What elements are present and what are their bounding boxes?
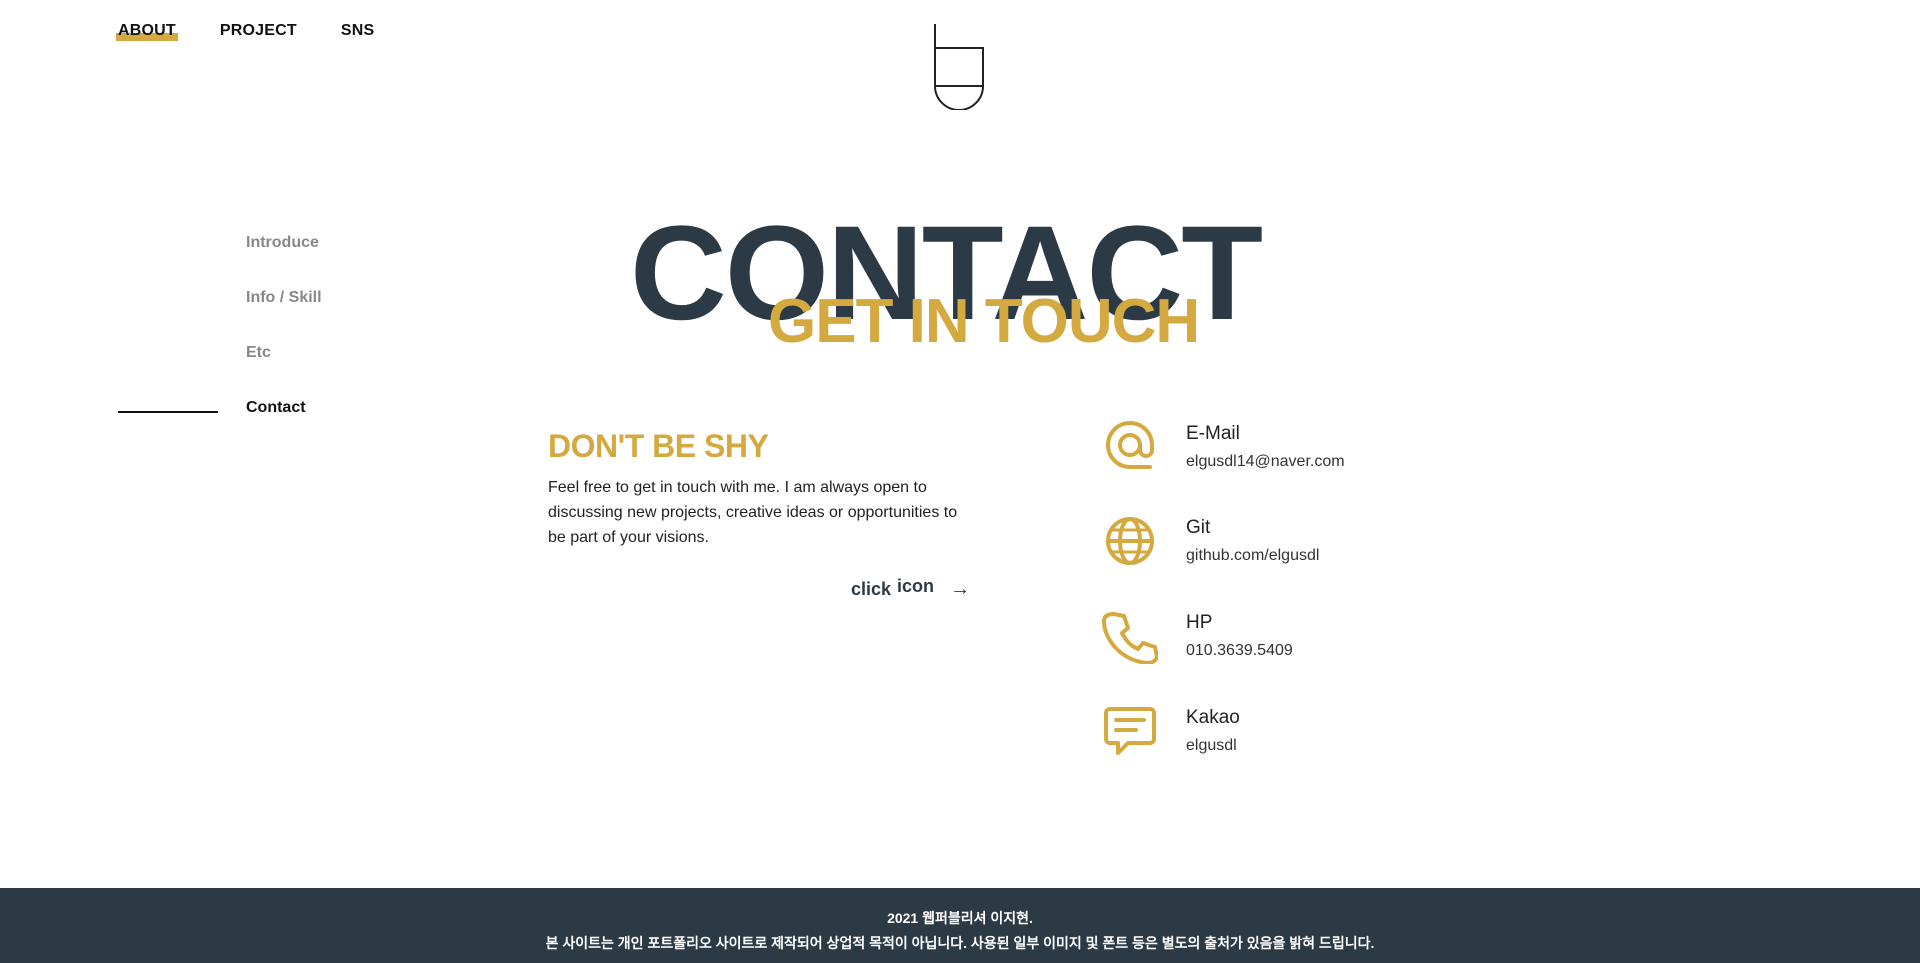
side-nav-indicator	[118, 411, 218, 413]
footer-disclaimer: 본 사이트는 개인 포트폴리오 사이트로 제작되어 상업적 목적이 아닙니다. …	[545, 935, 1375, 951]
footer: 2021 웹퍼블리셔 이지현. 본 사이트는 개인 포트폴리오 사이트로 제작되…	[0, 888, 1920, 963]
side-nav-etc[interactable]: Etc	[246, 344, 322, 399]
contact-value: elgusdl	[1186, 737, 1237, 754]
contact-hp[interactable]: HP 010.3639.5409	[1102, 608, 1293, 664]
footer-copyright: 2021 웹퍼블리셔 이지현.	[887, 910, 1033, 926]
contact-value: elgusdl14@naver.com	[1186, 453, 1345, 470]
side-nav-info-skill[interactable]: Info / Skill	[246, 289, 322, 344]
contact-git[interactable]: Git github.com/elgusdl	[1102, 513, 1319, 569]
side-nav: Introduce Info / Skill Etc Contact	[246, 234, 322, 454]
side-nav-contact[interactable]: Contact	[246, 399, 322, 454]
contact-kakao[interactable]: Kakao elgusdl	[1102, 703, 1240, 759]
chat-icon	[1104, 707, 1156, 755]
phone-icon	[1102, 612, 1158, 664]
side-nav-introduce[interactable]: Introduce	[246, 234, 322, 289]
top-nav: ABOUT PROJECT SNS	[116, 22, 375, 41]
contact-label: E-Mail	[1186, 423, 1240, 444]
contact-label: HP	[1186, 612, 1213, 633]
contact-label: Kakao	[1186, 707, 1240, 728]
click-icon-link[interactable]: click icon →	[851, 576, 971, 601]
section-text: Feel free to get in touch with me. I am …	[548, 479, 958, 546]
icon-label: icon	[897, 576, 935, 596]
globe-icon	[1106, 517, 1154, 565]
hero-subtitle: GET IN TOUCH	[768, 287, 1200, 356]
click-label: click	[851, 579, 892, 599]
logo-icon[interactable]	[933, 22, 985, 110]
arrow-right-icon: →	[950, 578, 971, 600]
contact-value: github.com/elgusdl	[1186, 547, 1320, 564]
nav-sns[interactable]: SNS	[341, 22, 375, 40]
contact-email[interactable]: E-Mail elgusdl14@naver.com	[1102, 419, 1345, 475]
section-title: DON'T BE SHY	[548, 428, 769, 464]
contact-value: 010.3639.5409	[1186, 642, 1293, 659]
contact-label: Git	[1186, 517, 1211, 538]
at-icon	[1106, 421, 1154, 469]
nav-project[interactable]: PROJECT	[220, 22, 297, 40]
nav-about[interactable]: ABOUT	[116, 22, 178, 41]
